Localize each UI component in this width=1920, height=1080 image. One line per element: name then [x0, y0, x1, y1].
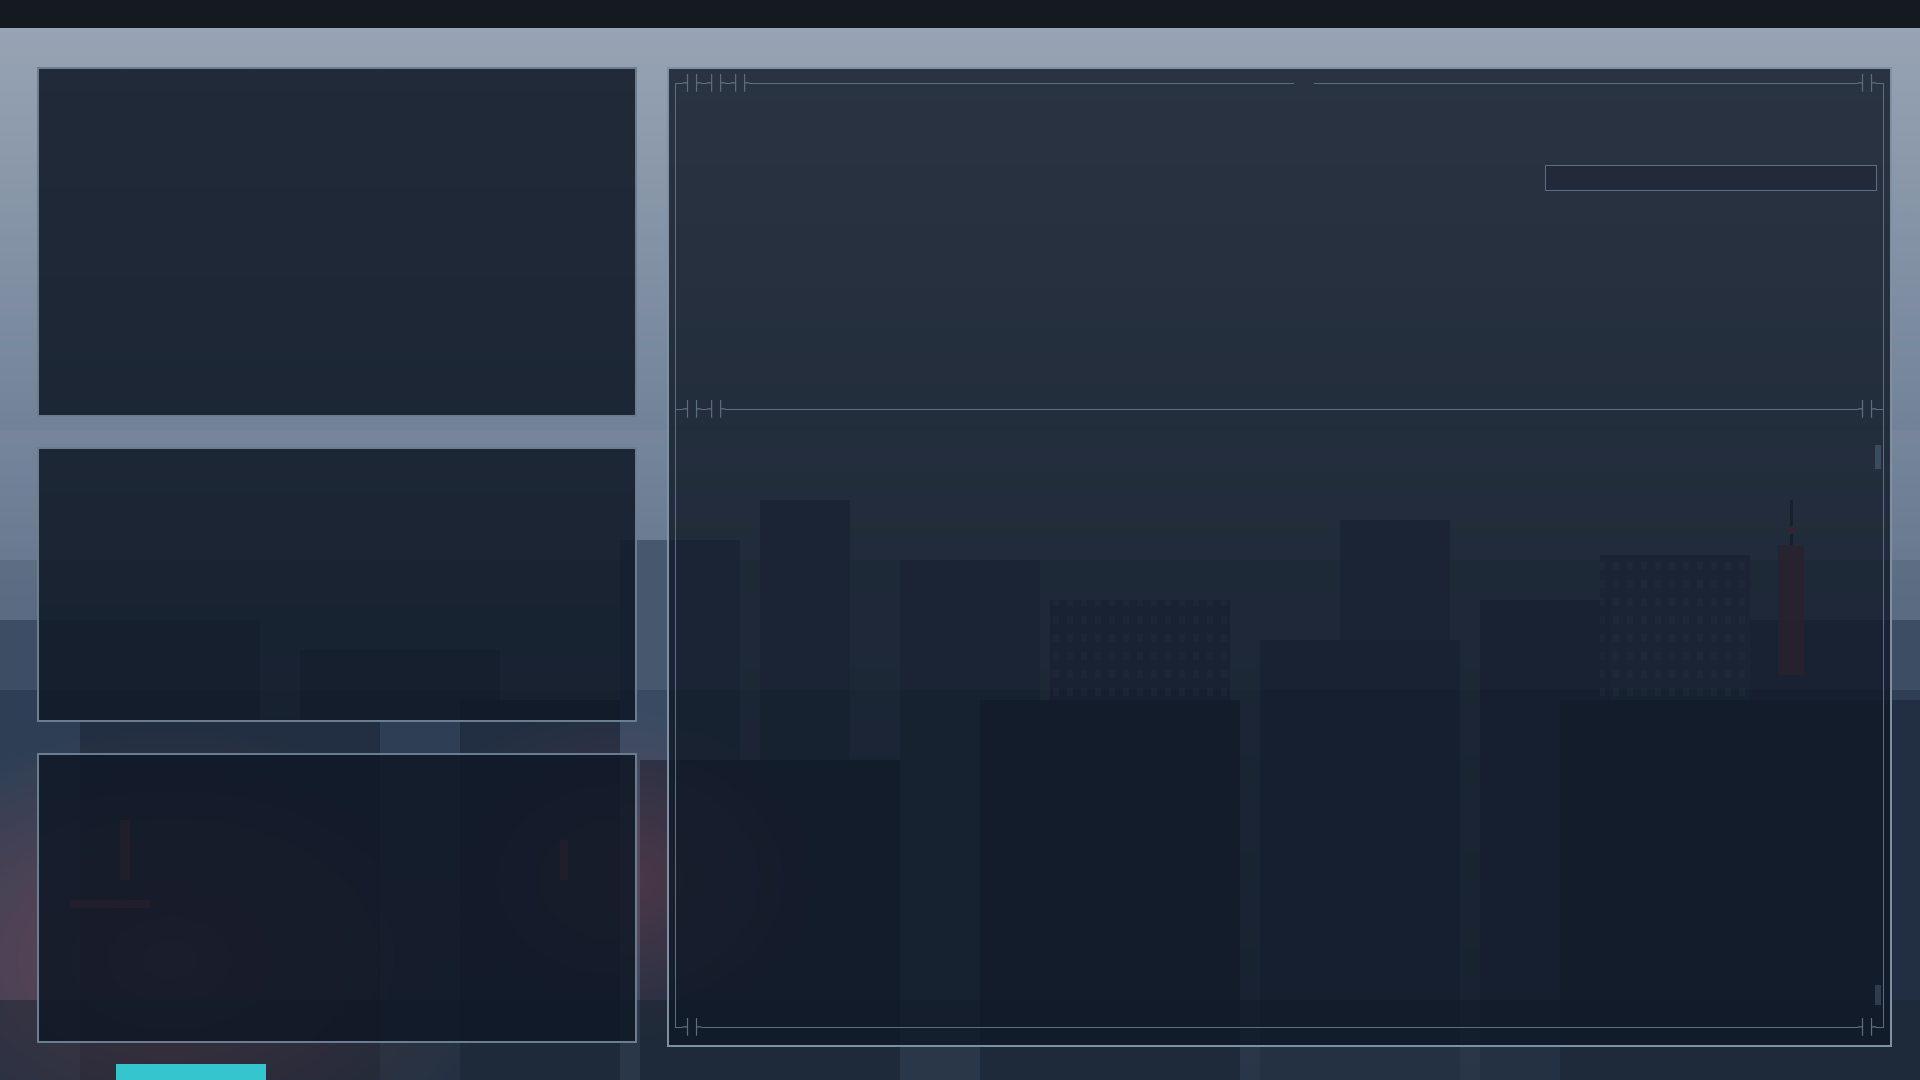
filter-button[interactable]: [707, 400, 725, 418]
status-items: [1910, 0, 1920, 28]
status-bar: [0, 0, 1920, 28]
terminal-window-neofetch[interactable]: [37, 447, 637, 722]
load-average: [1556, 178, 1866, 182]
scrollbar-thumb[interactable]: [1875, 445, 1881, 469]
cpu-section-header: [675, 73, 1884, 93]
tab-cpu[interactable]: [683, 74, 701, 92]
cpu-sensor-panel: [1545, 165, 1877, 191]
refresh-interval-control[interactable]: [1858, 74, 1876, 92]
mode-indicator: [731, 74, 749, 92]
process-list: [677, 443, 1874, 1009]
terminal-window-cowsay[interactable]: [37, 753, 637, 1043]
cpu-graph: [1015, 187, 1535, 331]
proc-footer-group: [683, 1018, 701, 1036]
tab-proc[interactable]: [683, 400, 701, 418]
scrollbar-bottom-block[interactable]: [1875, 985, 1881, 1005]
proc-section-header: [675, 399, 1884, 419]
terminal-window-matrix[interactable]: [37, 67, 637, 417]
process-table-header: [677, 421, 1874, 442]
system-monitor-window[interactable]: [667, 67, 1892, 1047]
proc-footer: [675, 1017, 1884, 1037]
selection-count: [1858, 1018, 1876, 1036]
matrix-output: [39, 69, 635, 93]
proc-toggles: [1858, 400, 1876, 418]
menu-button[interactable]: [707, 74, 725, 92]
